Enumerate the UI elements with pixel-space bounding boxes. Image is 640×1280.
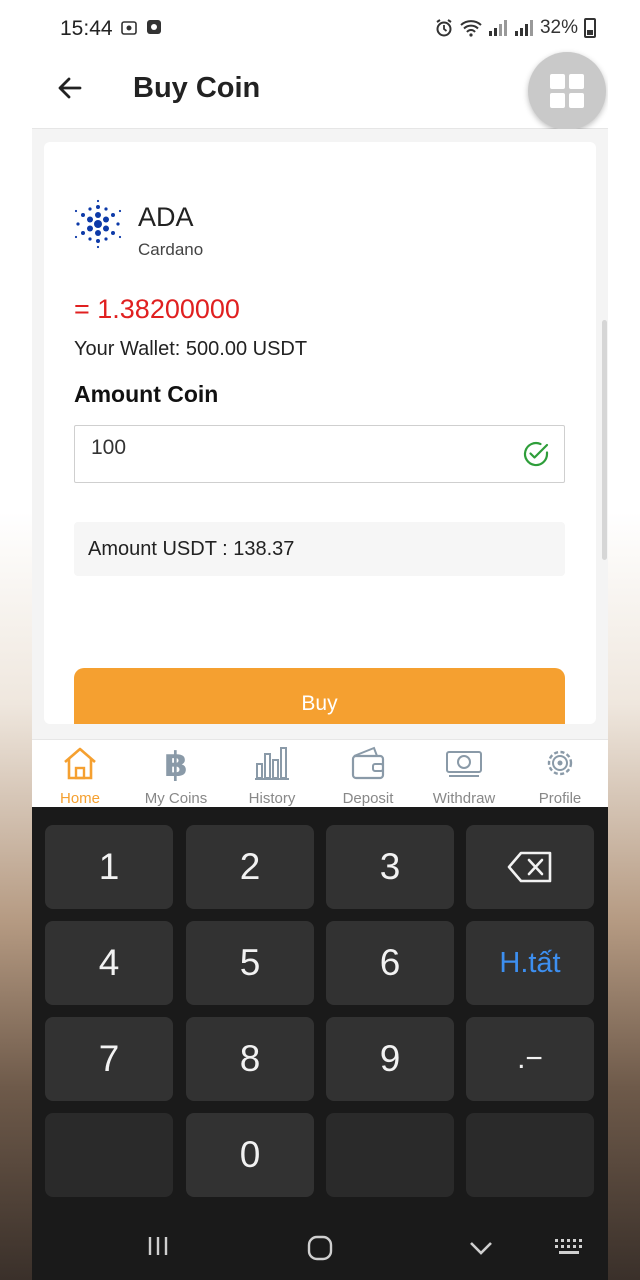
amount-coin-input[interactable]: 100 (74, 425, 565, 483)
battery-icon (584, 18, 596, 38)
cardano-logo-icon (74, 199, 122, 249)
home-button-icon[interactable] (306, 1234, 334, 1262)
coin-price: = 1.38200000 (74, 294, 240, 324)
nav-label-my-coins: My Coins (144, 790, 208, 807)
nav-label-withdraw: Withdraw (432, 790, 496, 807)
signal-icon (488, 20, 507, 36)
cash-icon (446, 751, 482, 777)
nav-item-profile[interactable]: Profile (512, 744, 608, 807)
coin-symbol: ADA (138, 202, 194, 232)
gear-icon (547, 750, 573, 776)
status-time: 15:44 (60, 17, 113, 40)
svg-text:฿: ฿ (164, 745, 188, 782)
nav-item-my-coins[interactable]: ฿ My Coins (128, 744, 224, 807)
wifi-icon (460, 20, 482, 37)
key-9[interactable]: 9 (326, 1017, 454, 1101)
signal-icon-2 (514, 20, 533, 36)
recorder-icon (146, 19, 162, 40)
arrow-left-icon[interactable] (54, 72, 86, 104)
nav-item-deposit[interactable]: Deposit (320, 744, 416, 807)
backspace-icon (507, 851, 552, 883)
keyboard-icon[interactable] (554, 1238, 584, 1256)
amount-usdt-box: Amount USDT : 138.37 (74, 522, 565, 576)
punctuation-key[interactable]: .− (466, 1017, 594, 1101)
bottom-nav: Home ฿ My Coins History Deposit Withdraw… (32, 739, 608, 808)
battery-percent: 32% (539, 17, 578, 38)
scrollbar[interactable] (602, 320, 607, 560)
key-2[interactable]: 2 (186, 825, 314, 909)
screenshot-icon (120, 19, 138, 42)
empty-key-right (466, 1113, 594, 1197)
backspace-key[interactable] (466, 825, 594, 909)
empty-key-middle (326, 1113, 454, 1197)
grid-menu-button[interactable] (528, 52, 606, 130)
key-8[interactable]: 8 (186, 1017, 314, 1101)
empty-key-left (45, 1113, 173, 1197)
nav-label-home: Home (59, 790, 100, 807)
key-4[interactable]: 4 (45, 921, 173, 1005)
coin-name: Cardano (138, 240, 204, 259)
system-navigation-bar (32, 1212, 608, 1280)
check-circle-icon (523, 441, 549, 467)
key-1[interactable]: 1 (45, 825, 173, 909)
wallet-balance: Your Wallet: 500.00 USDT (74, 338, 308, 360)
phone-screen: 15:44 32% Buy Coin ADA Cardano = 1.38200… (32, 0, 608, 1280)
bitcoin-icon: ฿ (164, 745, 188, 782)
amount-coin-label: Amount Coin (74, 381, 219, 407)
nav-label-history: History (248, 790, 296, 807)
done-key[interactable]: H.tất (466, 921, 594, 1005)
nav-label-deposit: Deposit (342, 790, 394, 807)
status-bar: 15:44 32% (32, 0, 608, 58)
buy-button-label: Buy (301, 692, 338, 715)
page-title: Buy Coin (133, 72, 261, 104)
key-5[interactable]: 5 (186, 921, 314, 1005)
status-right: 32% (434, 17, 596, 39)
app-bar: Buy Coin (32, 52, 608, 130)
buy-button[interactable]: Buy (74, 668, 565, 724)
recent-apps-icon[interactable] (146, 1234, 170, 1258)
amount-usdt-text: Amount USDT : 138.37 (88, 538, 295, 560)
nav-item-withdraw[interactable]: Withdraw (416, 744, 512, 807)
nav-label-profile: Profile (538, 790, 582, 807)
numeric-keyboard: 1 2 3 4 5 6 H.tất 7 8 9 .− 0 (32, 807, 608, 1280)
alarm-icon (436, 19, 452, 37)
key-6[interactable]: 6 (326, 921, 454, 1005)
key-3[interactable]: 3 (326, 825, 454, 909)
chevron-down-icon[interactable] (468, 1240, 494, 1256)
amount-coin-value[interactable]: 100 (91, 436, 126, 460)
grid-icon (550, 74, 584, 108)
nav-item-home[interactable]: Home (32, 744, 128, 807)
home-icon (64, 747, 96, 780)
wallet-icon (351, 746, 385, 780)
nav-item-history[interactable]: History (224, 744, 320, 807)
key-0[interactable]: 0 (186, 1113, 314, 1197)
bar-chart-icon (255, 747, 289, 780)
key-7[interactable]: 7 (45, 1017, 173, 1101)
